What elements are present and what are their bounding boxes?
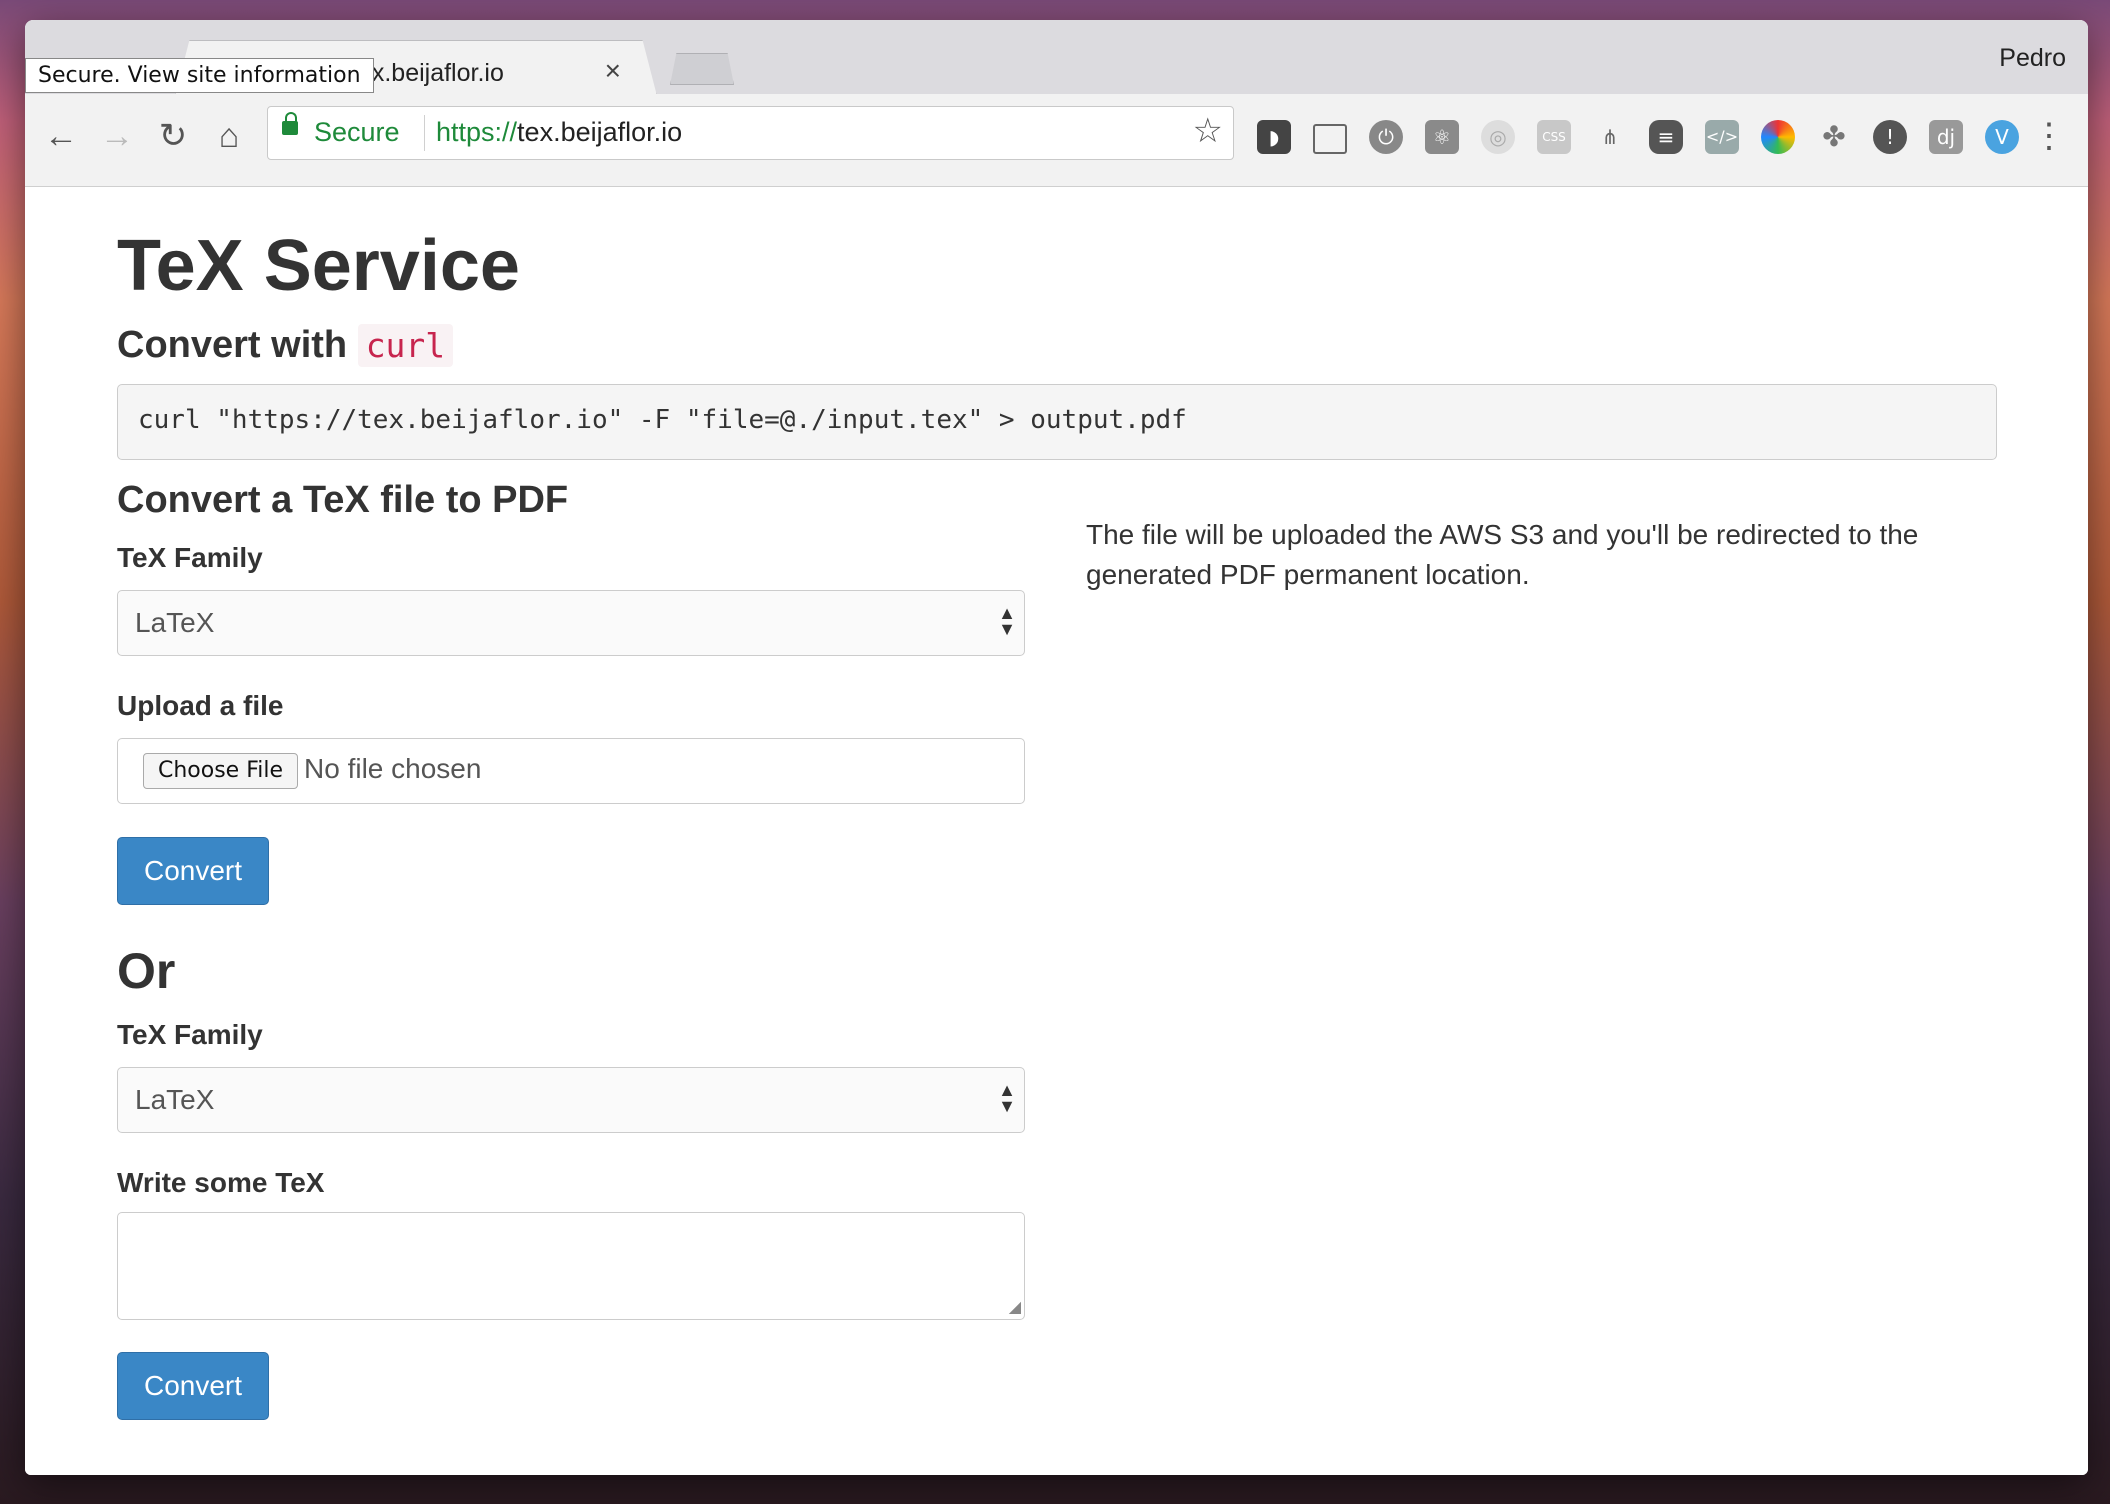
lock-icon[interactable] (282, 112, 298, 135)
network-icon[interactable]: ⋔ (1593, 120, 1627, 154)
upload-label: Upload a file (117, 690, 284, 721)
convert-file-button[interactable]: Convert (117, 837, 269, 905)
curl-heading: Convert with curl (117, 324, 454, 367)
site-info-tooltip: Secure. View site information (25, 58, 374, 93)
address-separator (424, 115, 425, 151)
color-picker-icon[interactable] (1761, 120, 1795, 154)
react-devtools-icon[interactable]: ⚛ (1425, 120, 1459, 154)
profile-name[interactable]: Pedro (1999, 44, 2066, 73)
choose-file-button[interactable]: Choose File (143, 753, 299, 789)
browser-menu-icon[interactable]: ⋮ (2032, 116, 2066, 156)
css-icon[interactable]: CSS (1537, 120, 1571, 154)
page-title: TeX Service (117, 226, 520, 306)
tab-title: tex.beijaflor.io (351, 59, 504, 87)
no-file-text: No file chosen (304, 753, 482, 784)
secure-label[interactable]: Secure (314, 117, 400, 148)
curl-inline-code: curl (357, 324, 454, 367)
convert-text-button[interactable]: Convert (117, 1352, 269, 1420)
forward-arrow-icon[interactable]: → (95, 114, 139, 158)
tex-family-select[interactable]: LaTeX ▲ ▼ (117, 590, 1025, 656)
url-text[interactable]: https://tex.beijaflor.io (436, 117, 682, 148)
tex-textarea[interactable]: ◢ (117, 1212, 1025, 1320)
tex-family-label: TeX Family (117, 542, 263, 573)
home-icon[interactable]: ⌂ (207, 114, 251, 158)
or-heading: Or (117, 943, 176, 999)
bookmark-star-icon[interactable]: ☆ (1193, 111, 1223, 151)
code-icon[interactable]: </> (1705, 120, 1739, 154)
new-tab-button[interactable] (670, 53, 734, 85)
puzzle-icon[interactable]: ✤ (1817, 120, 1851, 154)
curl-heading-text: Convert with (117, 324, 348, 366)
back-arrow-icon[interactable]: ← (39, 114, 83, 158)
curl-command-text: curl "https://tex.beijaflor.io" -F "file… (138, 405, 1187, 435)
browser-window: tex.beijaflor.io × Pedro Secure. View si… (25, 20, 2088, 1475)
tab-close-icon[interactable]: × (605, 55, 621, 87)
convert-file-heading: Convert a TeX file to PDF (117, 479, 569, 521)
resize-grip-icon[interactable]: ◢ (1009, 1297, 1021, 1317)
url-scheme: https:// (436, 117, 518, 147)
help-text: The file will be uploaded the AWS S3 and… (1086, 519, 1919, 590)
target-icon[interactable]: ◎ (1481, 120, 1515, 154)
tex-family-select-2[interactable]: LaTeX ▲ ▼ (117, 1067, 1025, 1133)
tex-family-label-2: TeX Family (117, 1019, 263, 1050)
tex-family-value: LaTeX (135, 607, 215, 638)
info-icon[interactable]: ! (1873, 120, 1907, 154)
vimeo-icon[interactable]: V (1985, 120, 2019, 154)
reader-icon[interactable]: ≡ (1649, 120, 1683, 154)
curl-command-block: curl "https://tex.beijaflor.io" -F "file… (117, 384, 1997, 460)
page-content: TeX Service Convert with curl curl "http… (25, 187, 2088, 1475)
power-icon[interactable]: ⏻ (1369, 120, 1403, 154)
address-bar[interactable]: Secure https://tex.beijaflor.io ☆ (267, 106, 1234, 160)
tex-family-value-2: LaTeX (135, 1084, 215, 1115)
write-tex-label: Write some TeX (117, 1167, 325, 1198)
django-icon[interactable]: dj (1929, 120, 1963, 154)
select-arrows-icon-2: ▲ ▼ (998, 1080, 1016, 1116)
file-input[interactable]: Choose File No file chosen (117, 738, 1025, 804)
browser-toolbar: ← → ↻ ⌂ Secure https://tex.beijaflor.io … (25, 94, 2088, 187)
pocket-icon[interactable]: ◗ (1257, 120, 1291, 154)
reload-icon[interactable]: ↻ (151, 114, 195, 158)
url-host: tex.beijaflor.io (517, 117, 683, 147)
select-arrows-icon: ▲ ▼ (998, 603, 1016, 639)
cast-icon[interactable] (1313, 124, 1347, 154)
